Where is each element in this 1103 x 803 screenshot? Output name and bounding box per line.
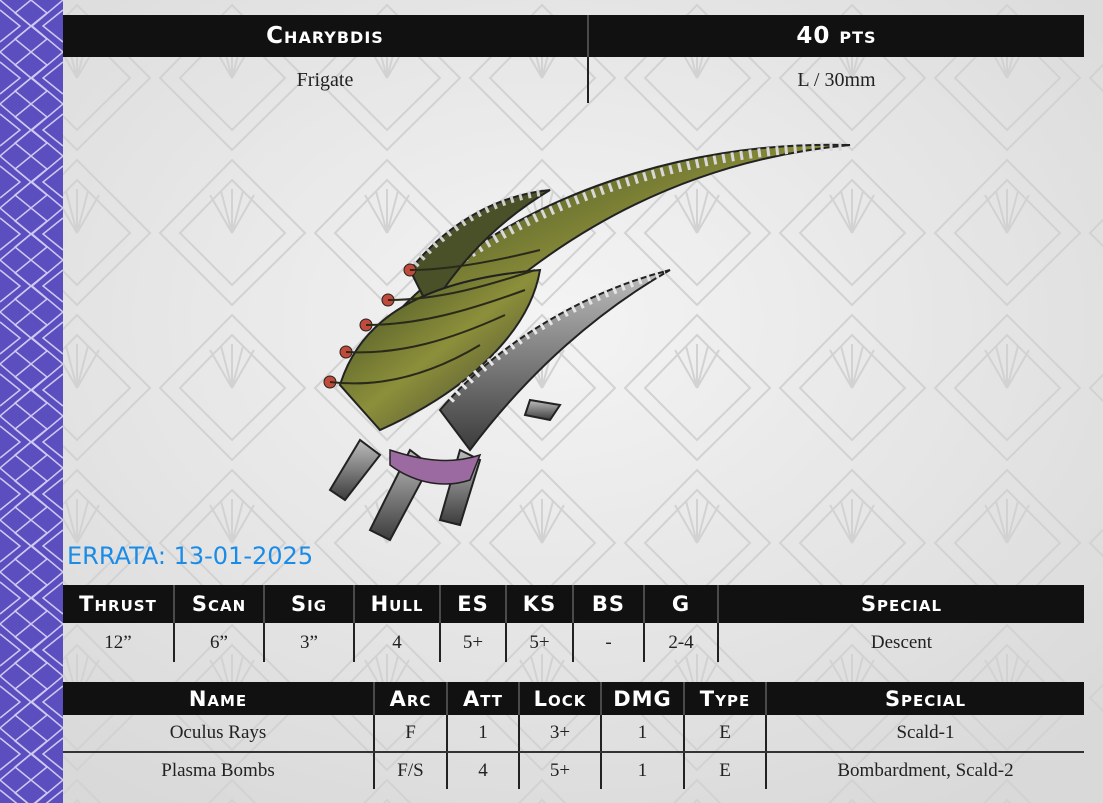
weapon-type: E (683, 715, 766, 753)
stats-header-hull: Hull (353, 585, 440, 623)
sidebar-pattern (0, 0, 63, 803)
weapons-header-lock: Lock (518, 682, 601, 715)
stats-header-sig: Sig (263, 585, 354, 623)
weapons-header-special: Special (765, 682, 1084, 715)
weapon-special: Bombardment, Scald-2 (765, 752, 1084, 789)
weapon-special: Scald-1 (765, 715, 1084, 753)
weapons-header-name: Name (63, 682, 374, 715)
header-table: Charybdis 40 pts Frigate L / 30mm (63, 15, 1084, 103)
stats-header-special: Special (717, 585, 1084, 623)
stats-header-g: G (643, 585, 718, 623)
ship-base: L / 30mm (587, 57, 1084, 103)
weapon-lock: 3+ (518, 715, 601, 753)
weapon-att: 4 (446, 752, 519, 789)
weapon-dmg: 1 (600, 752, 684, 789)
stats-thrust: 12” (104, 631, 132, 653)
weapon-arc: F/S (373, 752, 447, 789)
stats-header-bs: BS (572, 585, 644, 623)
weapons-header-arc: Arc (373, 682, 447, 715)
weapon-arc: F (373, 715, 447, 753)
weapons-header-type: Type (683, 682, 766, 715)
errata-note: ERRATA: 13-01-2025 (67, 542, 314, 570)
ship-class: Frigate (296, 68, 354, 91)
table-row: Plasma Bombs F/S 4 5+ 1 E Bombardment, S… (63, 752, 1084, 789)
stats-es: 5+ (439, 623, 506, 662)
weapon-name: Oculus Rays (63, 715, 374, 753)
ship-image (323, 141, 851, 542)
stats-header-thrust: Thrust (63, 585, 174, 623)
weapon-att: 1 (446, 715, 519, 753)
weapons-header-att: Att (446, 682, 519, 715)
weapon-dmg: 1 (600, 715, 684, 753)
weapons-header-dmg: DMG (600, 682, 684, 715)
stats-ks: 5+ (505, 623, 573, 662)
stats-header-scan: Scan (173, 585, 264, 623)
weapon-type: E (683, 752, 766, 789)
stats-header-ks: KS (505, 585, 573, 623)
weapon-name: Plasma Bombs (161, 760, 275, 781)
stats-special: Descent (717, 623, 1084, 662)
stats-sig: 3” (263, 623, 354, 662)
stats-table: Thrust Scan Sig Hull ES KS BS G Special … (63, 585, 1084, 662)
ship-name: Charybdis (63, 15, 588, 57)
stats-g: 2-4 (643, 623, 718, 662)
ship-points: 40 pts (587, 15, 1084, 57)
weapons-table: Name Arc Att Lock DMG Type Special Oculu… (63, 682, 1084, 789)
stats-scan: 6” (173, 623, 264, 662)
table-row: Oculus Rays F 1 3+ 1 E Scald-1 (63, 715, 1084, 753)
weapon-lock: 5+ (518, 752, 601, 789)
stats-header-es: ES (439, 585, 506, 623)
stats-bs: - (572, 623, 644, 662)
stats-hull: 4 (353, 623, 440, 662)
